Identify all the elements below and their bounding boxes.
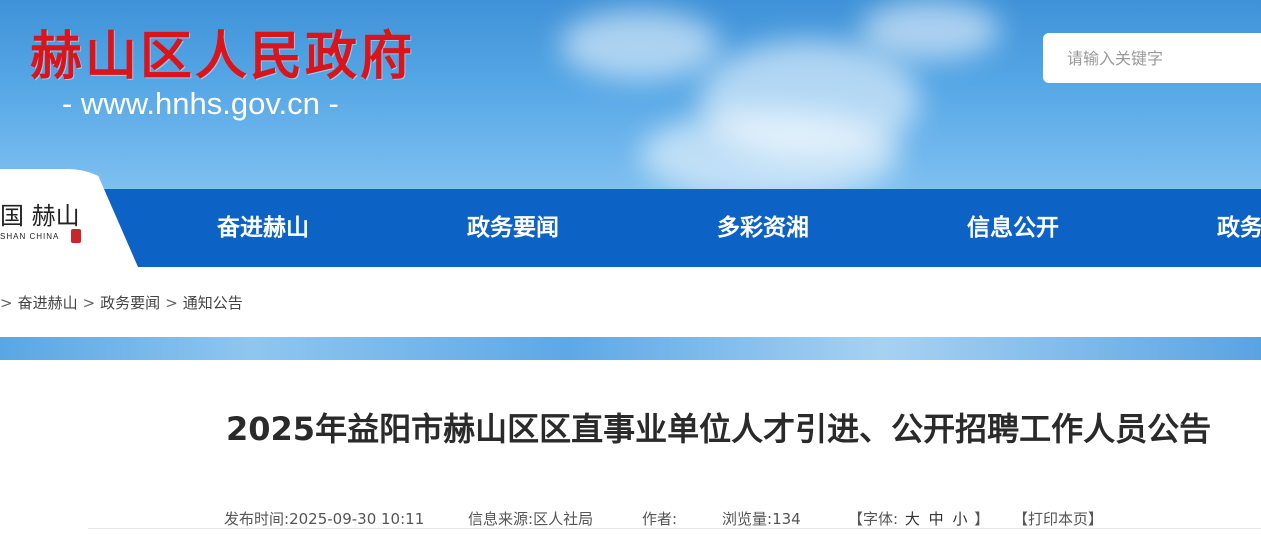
breadcrumb: > 奋进赫山 > 政务要闻 > 通知公告 — [0, 292, 243, 313]
breadcrumb-separator: > — [82, 294, 96, 312]
breadcrumb-separator: > — [165, 294, 178, 312]
breadcrumb-separator: > — [0, 294, 13, 312]
site-title[interactable]: 赫山区人民政府 — [30, 14, 415, 89]
seal-icon — [71, 229, 81, 243]
nav-item-fenjin-heshan[interactable]: 奋进赫山 — [217, 189, 309, 267]
meta-divider — [88, 528, 1261, 529]
logo-text: 国 赫山 — [0, 202, 80, 230]
cloud-decoration — [640, 110, 900, 190]
article-title: 2025年益阳市赫山区区直事业单位人才引进、公开招聘工作人员公告 — [226, 410, 1212, 448]
publish-time-value: 2025-09-30 10:11 — [289, 510, 425, 528]
nav-item-zhengwu-yaowen[interactable]: 政务要闻 — [467, 189, 559, 267]
breadcrumb-item-tongzhi-gonggao[interactable]: 通知公告 — [183, 294, 243, 312]
breadcrumb-item-fenjin-heshan[interactable]: 奋进赫山 — [18, 294, 78, 312]
author-label: 作者: — [642, 510, 678, 528]
info-source-value: 区人社局 — [533, 510, 594, 528]
view-count: 浏览量:134 — [722, 508, 801, 529]
info-source-label: 信息来源: — [468, 510, 534, 528]
breadcrumb-item-zhengwu-yaowen[interactable]: 政务要闻 — [100, 294, 160, 312]
publish-time-label: 发布时间: — [224, 510, 290, 528]
view-count-label: 浏览量: — [722, 510, 773, 528]
nav-item-duocai-zixiang[interactable]: 多彩资湘 — [717, 189, 809, 267]
font-size-close: 】 — [974, 510, 990, 528]
font-size-large-button[interactable]: 大 — [905, 510, 920, 528]
print-page-button[interactable]: 【打印本页】 — [1013, 508, 1103, 529]
info-source: 信息来源:区人社局 — [468, 508, 593, 529]
main-nav — [0, 189, 1261, 267]
font-size-label: 【字体: — [848, 510, 899, 528]
font-size-small-button[interactable]: 小 — [952, 510, 967, 528]
cloud-decoration — [560, 10, 720, 80]
search-box[interactable] — [1043, 33, 1261, 83]
publish-time: 发布时间:2025-09-30 10:11 — [224, 508, 424, 529]
cloud-decoration — [860, 0, 1000, 60]
font-size-control: 【字体: 大 中 小 】 — [848, 508, 989, 529]
logo-subtext: SHAN CHINA — [0, 232, 60, 241]
author: 作者: — [642, 508, 677, 529]
site-url: - www.hnhs.gov.cn - — [62, 86, 339, 121]
nav-item-zhengwu[interactable]: 政务 — [1217, 189, 1261, 267]
banner-strip — [0, 337, 1261, 360]
font-size-medium-button[interactable]: 中 — [929, 510, 944, 528]
search-input[interactable] — [1065, 47, 1249, 69]
nav-item-xinxi-gongkai[interactable]: 信息公开 — [967, 189, 1059, 267]
view-count-value: 134 — [772, 510, 801, 528]
